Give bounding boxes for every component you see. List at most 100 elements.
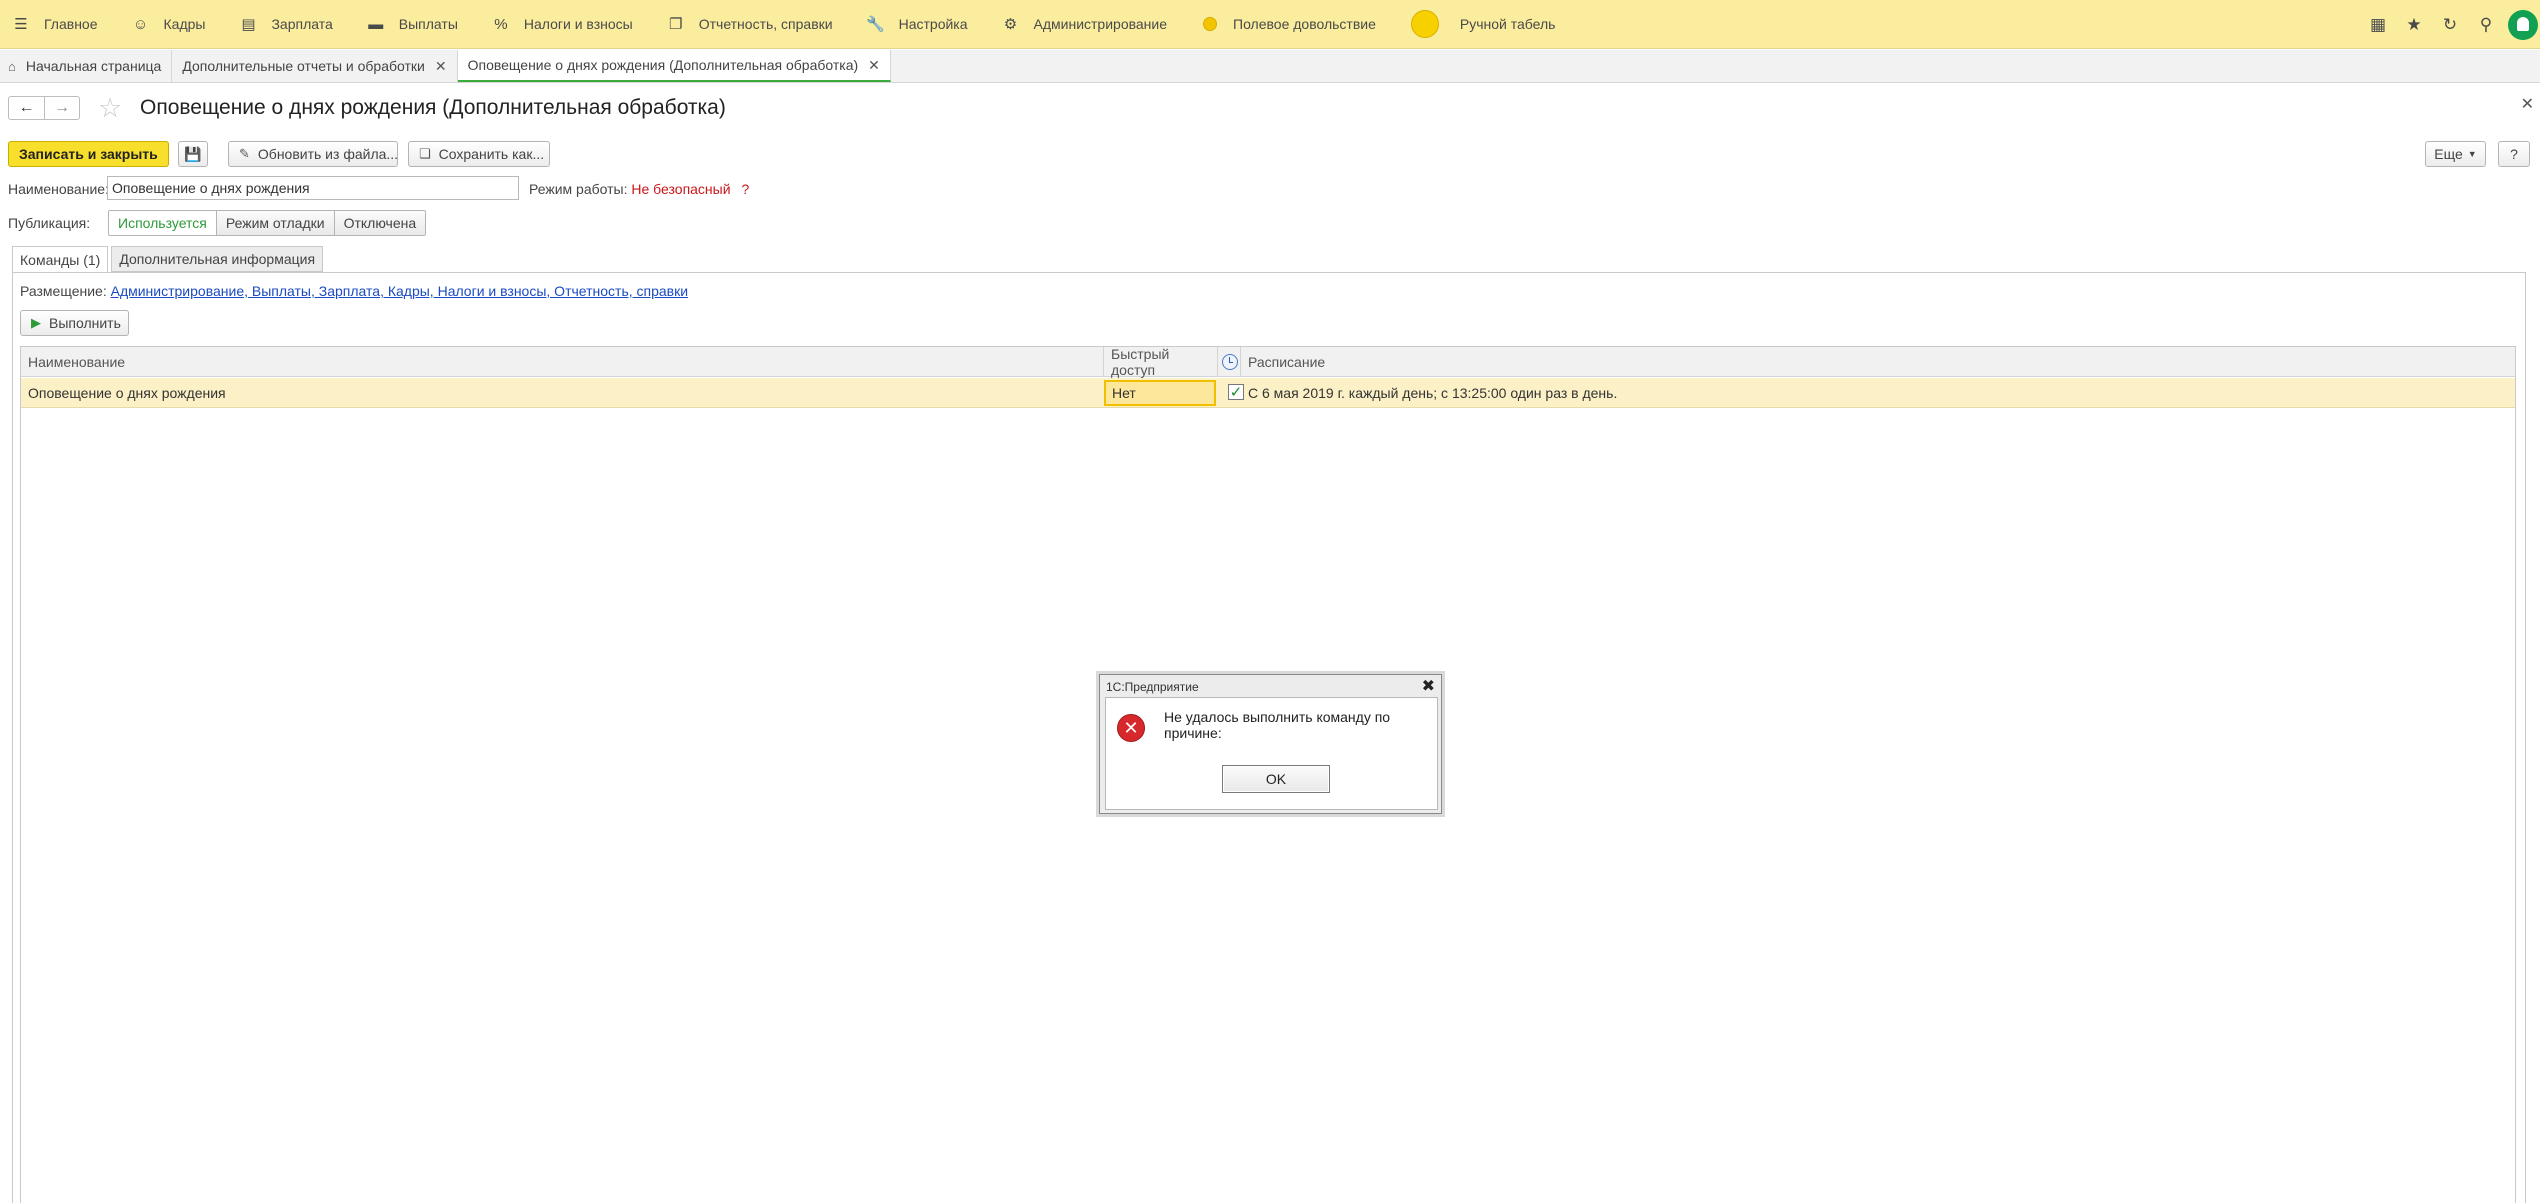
button-label: Выполнить (49, 315, 121, 331)
publication-option-disabled[interactable]: Отключена (333, 211, 426, 235)
menu-item-payments[interactable]: ▬ Выплаты (353, 0, 478, 49)
mode-value: Не безопасный (631, 181, 731, 197)
hamburger-icon: ☰ (14, 16, 28, 33)
search-icon[interactable]: ⚲ (2468, 0, 2504, 49)
nav-buttons: ← → (8, 96, 80, 120)
dialog-body: ✕ Не удалось выполнить команду по причин… (1105, 697, 1438, 810)
button-label: Сохранить как... (438, 146, 545, 162)
run-button[interactable]: ▶ Выполнить (20, 310, 129, 336)
placement-row: Размещение: Администрирование, Выплаты, … (20, 283, 688, 299)
file-update-icon: ✎ (239, 146, 250, 161)
page-title: Оповещение о днях рождения (Дополнительн… (140, 96, 726, 119)
top-right-tools: ▦ ★ ↻ ⚲ (2360, 0, 2540, 49)
menu-item-label: Настройка (898, 16, 968, 32)
error-icon: ✕ (1117, 714, 1145, 742)
menu-item-label: Кадры (163, 16, 206, 32)
tab-home[interactable]: ⌂ Начальная страница (0, 50, 173, 82)
tab-label: Дополнительные отчеты и обработки (182, 58, 425, 74)
cell-schedule: С 6 мая 2019 г. каждый день; с 13:25:00 … (1248, 385, 1618, 401)
forward-arrow-icon[interactable]: → (44, 97, 79, 119)
history-icon[interactable]: ↻ (2432, 0, 2468, 49)
name-input[interactable]: Оповещение о днях рождения (107, 176, 519, 200)
menu-item-label: Выплаты (398, 16, 458, 32)
reports-icon: ❐ (668, 16, 683, 33)
menu-item-reports[interactable]: ❐ Отчетность, справки (653, 0, 853, 49)
floppy-disk-icon: 💾 (184, 145, 202, 162)
publication-option-debug[interactable]: Режим отладки (215, 211, 334, 235)
save-as-icon: ❏ (419, 146, 431, 161)
menu-item-label: Зарплата (271, 16, 333, 32)
column-header-name[interactable]: Наименование (21, 347, 1104, 377)
favorites-star-icon[interactable]: ★ (2396, 0, 2432, 49)
menu-item-manual-timesheet[interactable]: Ручной табель (1396, 0, 1576, 49)
document-icon: ▤ (241, 16, 256, 33)
button-label: Записать и закрыть (19, 146, 158, 162)
help-button[interactable]: ? (2498, 141, 2530, 167)
placement-link[interactable]: Администрирование, Выплаты, Зарплата, Ка… (111, 283, 688, 299)
tab-birthday-notification[interactable]: Оповещение о днях рождения (Дополнительн… (457, 50, 891, 82)
column-header-quick-access[interactable]: Быстрый доступ (1104, 346, 1218, 378)
error-dialog: 1С:Предприятие ✖ ✕ Не удалось выполнить … (1099, 674, 1442, 814)
close-icon[interactable]: ✕ (868, 57, 880, 74)
sun-small-icon (1201, 15, 1219, 33)
dialog-detail: . (1164, 721, 1168, 737)
quick-access-cell[interactable]: Нет (1104, 380, 1216, 406)
menu-item-label: Налоги и взносы (523, 16, 633, 32)
favorite-star-icon[interactable]: ☆ (98, 93, 122, 124)
menu-item-label: Полевое довольствие (1233, 16, 1376, 32)
back-arrow-icon[interactable]: ← (9, 97, 44, 119)
chevron-down-icon: ▼ (2467, 149, 2477, 159)
menu-item-label: Ручной табель (1459, 16, 1556, 32)
top-menu-bar: ☰ Главное ☺ Кадры ▤ Зарплата ▬ Выплаты %… (0, 0, 2540, 49)
user-avatar[interactable] (2508, 9, 2538, 40)
clock-icon (1222, 354, 1238, 370)
menu-item-hr[interactable]: ☺ Кадры (118, 0, 226, 49)
wrench-icon: 🔧 (866, 16, 885, 33)
inner-tabs: Команды (1) Дополнительная информация (12, 246, 326, 273)
save-and-close-button[interactable]: Записать и закрыть (8, 141, 169, 167)
sun-large-icon (1410, 9, 1440, 39)
publication-option-used[interactable]: Используется (109, 211, 216, 235)
save-button[interactable]: 💾 (178, 141, 208, 167)
ok-button[interactable]: OK (1222, 765, 1330, 793)
tab-commands[interactable]: Команды (1) (12, 246, 109, 273)
menu-item-label: Главное (44, 16, 98, 32)
menu-item-salary[interactable]: ▤ Зарплата (225, 0, 352, 49)
mode-row: Режим работы: Не безопасный ? (529, 181, 749, 197)
column-header-schedule[interactable]: Расписание (1241, 347, 2515, 377)
open-windows-tabbar: ⌂ Начальная страница Дополнительные отче… (0, 50, 2540, 83)
menu-item-main[interactable]: ☰ Главное (0, 0, 118, 49)
menu-item-admin[interactable]: ⚙ Администрирование (988, 0, 1188, 49)
gear-icon: ⚙ (1003, 16, 1018, 33)
button-label: Обновить из файла... (257, 146, 399, 162)
tab-additional-reports[interactable]: Дополнительные отчеты и обработки ✕ (172, 50, 458, 82)
menu-item-taxes[interactable]: % Налоги и взносы (478, 0, 653, 49)
update-from-file-button[interactable]: ✎ Обновить из файла... (228, 141, 398, 167)
close-icon[interactable]: ✕ (435, 58, 447, 75)
menu-item-label: Отчетность, справки (698, 16, 833, 32)
tab-additional-info[interactable]: Дополнительная информация (111, 246, 324, 272)
table-header: Наименование Быстрый доступ Расписание (21, 346, 2515, 378)
tab-label: Начальная страница (25, 58, 162, 74)
mode-help-link[interactable]: ? (741, 181, 749, 197)
wallet-icon: ▬ (368, 15, 384, 33)
save-as-button[interactable]: ❏ Сохранить как... (408, 141, 550, 167)
menu-item-settings[interactable]: 🔧 Настройка (853, 0, 988, 49)
play-icon: ▶ (31, 315, 41, 330)
publication-label: Публикация: (8, 215, 91, 231)
placement-label: Размещение: (20, 283, 107, 299)
name-label: Наименование: (8, 181, 109, 197)
publication-toggle: Используется Режим отладки Отключена (108, 210, 427, 236)
menu-item-label: Администрирование (1033, 16, 1168, 32)
table-row[interactable]: Оповещение о днях рождения Нет ✓ С 6 мая… (21, 378, 2515, 408)
people-icon: ☺ (132, 15, 149, 33)
percent-icon: % (494, 15, 508, 33)
close-form-icon[interactable]: ✕ (2521, 94, 2534, 114)
close-icon[interactable]: ✖ (1422, 676, 1435, 696)
dialog-title: 1С:Предприятие (1106, 680, 1199, 694)
menu-item-field-allowance[interactable]: Полевое довольствие (1187, 0, 1396, 49)
column-header-schedule-flag[interactable] (1218, 347, 1241, 377)
mode-label: Режим работы: (529, 181, 628, 197)
more-button[interactable]: Еще ▼ (2425, 141, 2486, 167)
apps-grid-icon[interactable]: ▦ (2360, 0, 2396, 49)
